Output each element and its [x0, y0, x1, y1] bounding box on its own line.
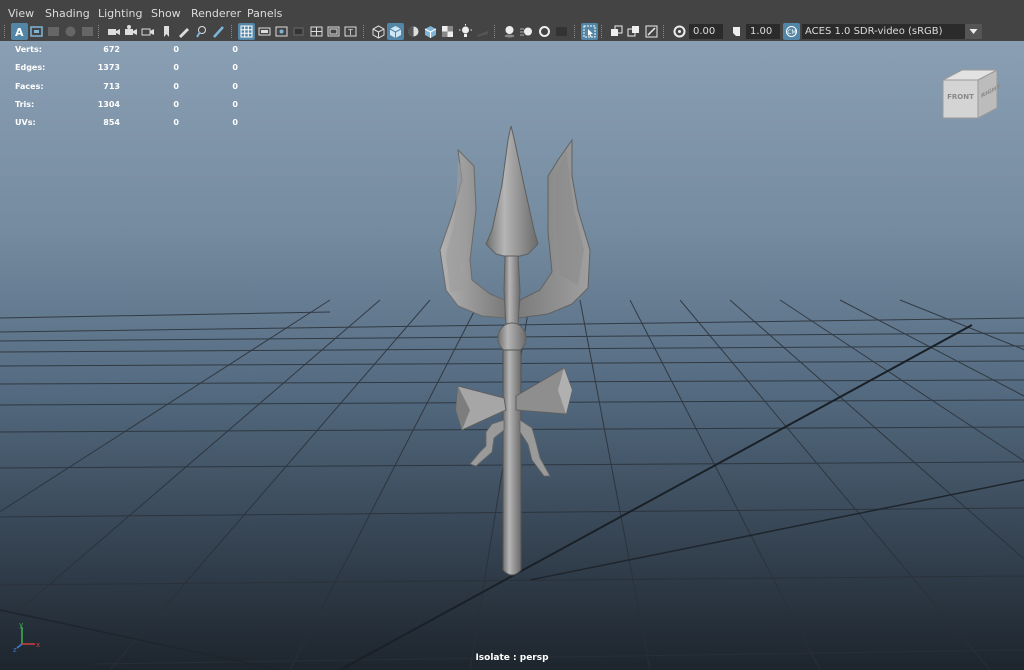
hud-value: 713	[103, 81, 120, 91]
viewport-menu-bar: View Shading Lighting Show Renderer Pane…	[0, 0, 1024, 22]
hud-value: 672	[103, 45, 120, 54]
hud-label: Edges:	[15, 63, 46, 73]
trident-model[interactable]	[439, 125, 591, 576]
viewcube-front-label[interactable]: FRONT	[947, 93, 974, 101]
image-plane-icon[interactable]	[79, 23, 96, 40]
toolbar-separator	[574, 25, 577, 38]
hud-value: 1304	[97, 99, 120, 109]
lights-icon[interactable]	[457, 23, 474, 40]
hud-value: 0	[232, 118, 238, 128]
smooth-shade-icon[interactable]	[387, 23, 404, 40]
sculpt-icon[interactable]	[193, 23, 210, 40]
exposure-field[interactable]: 0.00	[689, 24, 723, 39]
toolbar-separator	[494, 25, 497, 38]
toolbar-separator	[98, 25, 101, 38]
menu-panels[interactable]: Panels	[247, 0, 282, 22]
ribbon-left	[469, 419, 505, 467]
film-gate-toggle-icon[interactable]	[256, 23, 273, 40]
menu-shading[interactable]: Shading	[45, 0, 90, 22]
gamma-field[interactable]: 1.00	[746, 24, 780, 39]
menu-renderer[interactable]: Renderer	[191, 0, 241, 22]
paint-brush-icon[interactable]	[210, 23, 227, 40]
color-management-dropdown[interactable]: ACES 1.0 SDR-video (sRGB)	[802, 24, 965, 39]
lock-camera-icon[interactable]	[28, 23, 45, 40]
gamma-icon[interactable]	[728, 23, 745, 40]
view-cube[interactable]: FRONT RIGHT	[942, 69, 1000, 119]
grid-axis-line	[529, 479, 1024, 581]
gate-mask-icon[interactable]	[290, 23, 307, 40]
xray-icon[interactable]	[608, 23, 625, 40]
viewport-toolbar: A T 0.00 1.00 CM ACES 1.0 SDR-video (sRG…	[0, 22, 1024, 41]
xray-active-components-icon[interactable]	[625, 23, 642, 40]
screen-space-ao-icon[interactable]	[501, 23, 518, 40]
menu-view[interactable]: View	[8, 0, 34, 22]
perspective-viewport[interactable]: FRONT RIGHT y x z Verts: 672 0 0 Edges: 1373 0…	[0, 41, 1024, 670]
wireframe-icon[interactable]	[370, 23, 387, 40]
shaft	[502, 349, 522, 576]
safe-title-icon[interactable]: T	[342, 23, 359, 40]
scene-canvas: FRONT RIGHT y x z	[0, 69, 1024, 670]
bookmarks-icon[interactable]	[62, 23, 79, 40]
shaft-bead	[497, 322, 527, 354]
hud-label: UVs:	[15, 118, 36, 128]
bookmark-icon[interactable]	[158, 23, 175, 40]
motion-blur-icon[interactable]	[518, 23, 535, 40]
axis-x-label: x	[36, 641, 40, 649]
camera-gate-icon[interactable]	[122, 23, 139, 40]
axis-gizmo: y x z	[13, 621, 40, 654]
menu-lighting[interactable]: Lighting	[98, 0, 142, 22]
multisample-aa-icon[interactable]	[536, 23, 553, 40]
hud-value: 0	[173, 63, 179, 73]
field-chart-toggle-icon[interactable]	[308, 23, 325, 40]
hud-value: 0	[232, 81, 238, 91]
default-material-icon[interactable]	[405, 23, 422, 40]
hud-value: 854	[103, 118, 120, 128]
camera-attributes-icon[interactable]	[45, 23, 62, 40]
toolbar-separator	[601, 25, 604, 38]
shaded-wireframe-icon[interactable]	[422, 23, 439, 40]
film-gate-icon[interactable]	[105, 23, 122, 40]
safe-action-icon[interactable]	[325, 23, 342, 40]
textures-icon[interactable]	[439, 23, 456, 40]
menu-show[interactable]: Show	[151, 0, 181, 22]
color-management-icon[interactable]: CM	[783, 23, 800, 40]
toolbar-separator	[663, 25, 666, 38]
ribbon-right	[519, 419, 551, 477]
grid-icon[interactable]	[238, 23, 255, 40]
xray-joints-icon[interactable]	[643, 23, 660, 40]
chevron-down-icon[interactable]	[965, 24, 982, 39]
svg-text:T: T	[347, 28, 353, 37]
depth-of-field-icon[interactable]	[553, 23, 570, 40]
select-camera-icon[interactable]: A	[11, 23, 28, 40]
grease-pencil-icon[interactable]	[175, 23, 192, 40]
grid-center-line	[339, 324, 973, 670]
svg-text:CM: CM	[787, 29, 796, 36]
hud-value: 0	[232, 99, 238, 109]
hud-value: 0	[173, 81, 179, 91]
hud-label: Faces:	[15, 81, 44, 91]
toolbar-separator	[363, 25, 366, 38]
hud-label: Verts:	[15, 45, 42, 54]
upper-neck	[503, 255, 521, 327]
resolution-gate-icon[interactable]	[273, 23, 290, 40]
toolbar-separator	[231, 25, 234, 38]
hud-value: 0	[173, 45, 179, 54]
isolate-select-icon[interactable]	[581, 23, 598, 40]
hud-value: 0	[173, 99, 179, 109]
field-chart-icon[interactable]	[139, 23, 156, 40]
hud-label: Tris:	[15, 99, 35, 109]
hud-value: 0	[173, 118, 179, 128]
center-spike	[485, 125, 539, 259]
svg-text:A: A	[15, 26, 24, 39]
axis-y-label: y	[19, 621, 23, 629]
toolbar-separator	[4, 25, 7, 38]
hud-value: 0	[232, 45, 238, 54]
hud-value: 1373	[97, 63, 120, 73]
hud-value: 0	[232, 63, 238, 73]
shadows-icon[interactable]	[474, 23, 491, 40]
camera-name-label: Isolate : persp	[475, 653, 549, 663]
exposure-icon[interactable]	[671, 23, 688, 40]
